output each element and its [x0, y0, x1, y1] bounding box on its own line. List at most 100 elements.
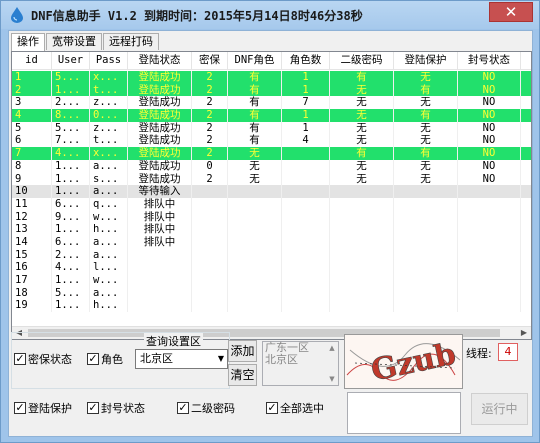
tab-remote-captcha[interactable]: 远程打码 [103, 33, 159, 50]
table-cell-protect: 有 [394, 83, 458, 97]
table-row[interactable]: 5 5... z... 登陆成功 2 有 1 无无 NO [12, 121, 531, 135]
run-button[interactable]: 运行中 [471, 393, 528, 425]
table-row[interactable]: 13 1... h... 排队中 [12, 223, 531, 236]
column-header[interactable]: 密保 [192, 52, 228, 70]
title-bar[interactable]: DNF信息助手 V1.2 到期时间：2015年5月14日8时46分38秒 ✕ [1, 1, 539, 29]
table-cell-pass: z... [90, 121, 128, 135]
table-cell-pw2 [330, 223, 394, 236]
captcha-input[interactable] [347, 392, 461, 434]
table-cell-pass: w... [90, 274, 128, 287]
checkbox-checked-icon[interactable]: ✓ [87, 402, 99, 414]
table-cell-user: 6... [52, 235, 90, 249]
checkbox-checked-icon[interactable]: ✓ [14, 402, 26, 414]
table-cell-status: 排队中 [128, 197, 192, 211]
table-cell-status [128, 261, 192, 274]
table-row[interactable]: 11 6... q... 排队中 [12, 197, 531, 211]
column-header[interactable]: 封号状态 [458, 52, 521, 70]
table-cell-user: 1... [52, 159, 90, 173]
checkbox-checked-icon[interactable]: ✓ [266, 402, 278, 414]
checkbox-role[interactable]: ✓ 角色 [87, 351, 123, 367]
table-row[interactable]: 15 2... a... [12, 248, 531, 262]
table-row[interactable]: 3 2... z... 登陆成功 2 有 7 无无 NO [12, 96, 531, 110]
table-cell-pass: a... [90, 159, 128, 173]
scroll-down-icon[interactable]: ▼ [326, 373, 338, 385]
table-cell-protect: 无 [394, 159, 458, 173]
table-cell-mibao: 2 [192, 134, 228, 148]
column-header[interactable]: 登陆保护 [394, 52, 458, 70]
table-cell-count: 1 [282, 121, 330, 135]
tab-broadband-settings[interactable]: 宽带设置 [46, 33, 102, 50]
thread-count-input[interactable]: 4 [498, 343, 518, 361]
table-cell-id: 4 [12, 109, 52, 122]
table-cell-user: 9... [52, 210, 90, 224]
scroll-right-icon[interactable]: ▶ [517, 327, 531, 339]
column-header[interactable]: 登陆状态 [128, 52, 192, 70]
column-header[interactable]: 角色数 [282, 52, 330, 70]
table-cell-pw2 [330, 299, 394, 313]
column-header[interactable]: Pass [90, 52, 128, 70]
query-settings-title: 查询设置区 [144, 333, 203, 349]
table-row[interactable]: 6 7... t... 登陆成功 2 有 4 无无 NO [12, 134, 531, 148]
table-cell-status: 登陆成功 [128, 172, 192, 186]
checkbox-login-protect[interactable]: ✓ 登陆保护 [14, 400, 72, 416]
close-button[interactable]: ✕ [489, 2, 533, 22]
tab-operation[interactable]: 操作 [11, 33, 45, 52]
table-row[interactable]: 17 1... w... [12, 274, 531, 287]
region-select[interactable]: 北京区 ▼ [135, 349, 228, 369]
table-row[interactable]: 8 1... a... 登陆成功 0 无无无 NO [12, 159, 531, 173]
checkbox-ban-status[interactable]: ✓ 封号状态 [87, 400, 145, 416]
table-row[interactable]: 7 4... x... 登陆成功 2 无有有 NO [12, 147, 531, 160]
listbox-scrollbar[interactable]: ▲ ▼ [326, 342, 338, 385]
table-cell-id: 9 [12, 172, 52, 186]
table-cell-mibao [192, 248, 228, 262]
checkbox-second-password[interactable]: ✓ 二级密码 [177, 400, 235, 416]
table-cell-id: 14 [12, 235, 52, 249]
table-cell-count [282, 185, 330, 198]
table-cell-mibao: 2 [192, 109, 228, 122]
checkbox-checked-icon[interactable]: ✓ [177, 402, 189, 414]
checkbox-select-all[interactable]: ✓ 全部选中 [266, 400, 324, 416]
table-row[interactable]: 19 1... h... [12, 299, 531, 313]
table-row[interactable]: 16 4... l... [12, 261, 531, 274]
table-cell-pw2: 有 [330, 147, 394, 160]
table-row[interactable]: 12 9... w... 排队中 [12, 210, 531, 224]
clear-region-button[interactable]: 清空 [228, 364, 257, 386]
checkbox-role-label: 角色 [101, 353, 123, 366]
column-header[interactable]: User [52, 52, 90, 70]
table-cell-mibao [192, 197, 228, 211]
table-row[interactable]: 14 6... a... 排队中 [12, 235, 531, 249]
checkbox-checked-icon[interactable]: ✓ [14, 353, 26, 365]
table-row[interactable]: 9 1... s... 登陆成功 2 无无无 NO [12, 172, 531, 186]
client-area: 操作 宽带设置 远程打码 id User Pass 登陆状态 密保 DNF角色 角色数 二级密… [8, 30, 533, 437]
scroll-up-icon[interactable]: ▲ [326, 342, 338, 354]
table-cell-id: 1 [12, 71, 52, 84]
add-region-button[interactable]: 添加 [228, 340, 257, 362]
table-row[interactable]: 18 5... a... [12, 286, 531, 300]
table-cell-pass: a... [90, 248, 128, 262]
column-header[interactable]: 二级密码 [330, 52, 394, 70]
column-header[interactable]: id [12, 52, 52, 70]
table-row[interactable]: 4 8... 0... 登陆成功 2 有 1 无有 NO [12, 109, 531, 122]
checkbox-checked-icon[interactable]: ✓ [87, 353, 99, 365]
column-header[interactable]: DNF角色 [228, 52, 282, 70]
table-cell-ban: NO [458, 159, 521, 173]
region-listbox[interactable]: 广东一区 北京区 ▲ ▼ [262, 341, 339, 386]
table-cell-role: 无 [228, 147, 282, 160]
table-cell-mibao [192, 261, 228, 274]
table-cell-protect: 有 [394, 109, 458, 122]
table-cell-user: 2... [52, 248, 90, 262]
table-row[interactable]: 2 1... t... 登陆成功 2 有 1 无有 NO [12, 83, 531, 97]
checkbox-mibao-status[interactable]: ✓ 密保状态 [14, 351, 72, 367]
table-cell-user: 4... [52, 261, 90, 274]
table-cell-count: 4 [282, 134, 330, 148]
table-cell-role [228, 223, 282, 236]
table-row[interactable]: 10 1... a... 等待输入 [12, 185, 531, 198]
table-row[interactable]: 1 5... x... 登陆成功 2 有 1 有无 NO [12, 71, 531, 84]
table-cell-mibao: 2 [192, 83, 228, 97]
table-cell-protect [394, 274, 458, 287]
table-cell-status: 登陆成功 [128, 159, 192, 173]
table-cell-pw2: 无 [330, 109, 394, 122]
table-cell-protect [394, 197, 458, 211]
table-cell-role: 有 [228, 96, 282, 110]
account-table[interactable]: id User Pass 登陆状态 密保 DNF角色 角色数 二级密码 登陆保护 封号状态 1 5.… [11, 51, 532, 340]
